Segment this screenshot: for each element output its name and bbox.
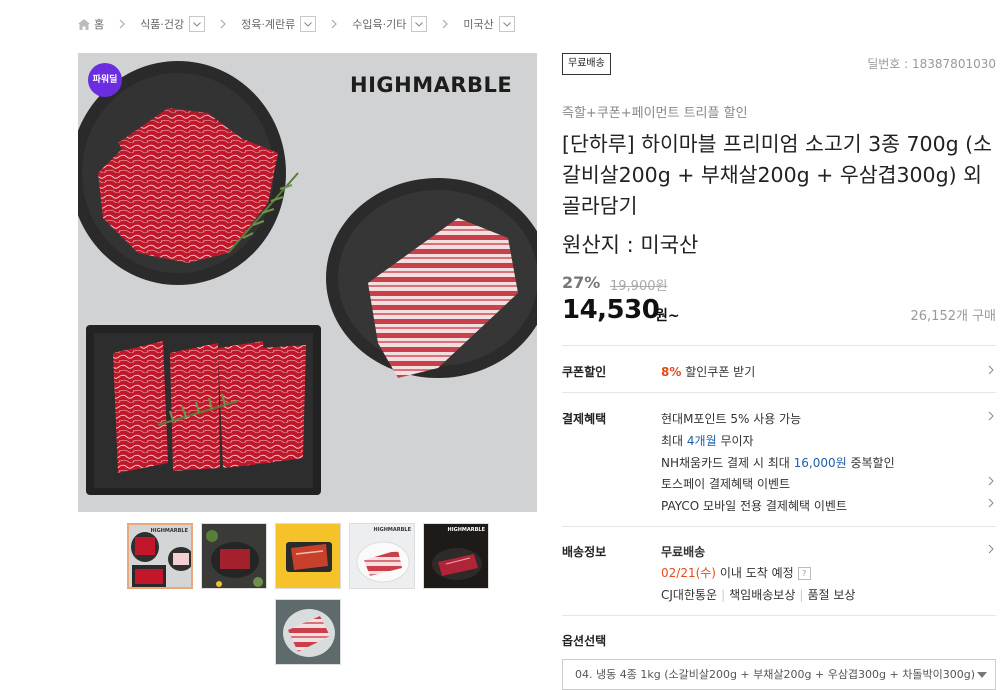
coupon-text: 할인쿠폰 받기 — [685, 365, 756, 379]
shipping-date-suffix: 이내 도착 예정 — [716, 566, 794, 580]
separator: | — [721, 588, 726, 602]
payment-label: 결제혜택 — [562, 412, 607, 426]
divider — [562, 615, 996, 616]
power-deal-badge: 파워딜 — [88, 63, 122, 97]
shipping-eta: 02/21(수) 이내 도착 예정? — [661, 564, 811, 581]
text-segment: 무이자 — [716, 434, 754, 448]
payment-benefit-installment: 최대 4개월 무이자 — [661, 432, 754, 449]
product-photo — [78, 53, 537, 512]
guarantee-delivery: 책임배송보상 — [729, 588, 796, 602]
breadcrumb: 홈 식품·건강 정육·계란류 수입육·기타 미국산 — [78, 14, 515, 34]
product-title: [단하루] 하이마블 프리미엄 소고기 3종 700g (소갈비살200g + … — [562, 132, 993, 218]
chevron-right-icon[interactable] — [988, 365, 994, 375]
thumbnail-2[interactable] — [201, 523, 267, 589]
shipping-date: 02/21(수) — [661, 566, 716, 580]
breadcrumb-item-us[interactable]: 미국산 — [463, 16, 515, 32]
chevron-right-icon[interactable] — [988, 544, 994, 554]
thumbnail-image — [350, 524, 414, 588]
option-selected-value: 04. 냉동 4종 1kg (소갈비살200g + 부채살200g + 우삼겹3… — [575, 668, 975, 681]
chevron-right-icon — [331, 19, 338, 29]
chevron-down-icon — [415, 21, 424, 27]
home-icon — [78, 18, 90, 30]
breadcrumb-label: 미국산 — [463, 18, 494, 31]
chevron-down-icon — [502, 21, 511, 27]
guarantee-soldout: 품절 보상 — [807, 588, 856, 602]
dropdown-arrow-icon — [977, 672, 987, 678]
deal-number: 딜번호 : 18387801030 — [867, 57, 996, 71]
text-segment: NH채움카드 결제 시 최대 — [661, 456, 794, 470]
original-price: 19,900원 — [610, 279, 668, 294]
breadcrumb-item-food[interactable]: 식품·건강 — [140, 16, 206, 32]
breadcrumb-item-home[interactable]: 홈 — [78, 16, 104, 32]
breadcrumb-label: 홈 — [94, 18, 105, 31]
coupon-percent: 8% — [661, 365, 682, 379]
shipping-label: 배송정보 — [562, 545, 607, 559]
discount-rate: 27% — [562, 273, 601, 292]
chevron-down-icon — [304, 21, 313, 27]
text-segment: 최대 — [661, 434, 687, 448]
breadcrumb-item-meat[interactable]: 정육·계란류 — [241, 16, 317, 32]
price-unit: 원~ — [655, 308, 680, 324]
breadcrumb-dropdown-button[interactable] — [189, 16, 206, 32]
divider — [562, 526, 996, 527]
chevron-down-icon — [193, 21, 201, 27]
text-segment: 중복할인 — [846, 456, 895, 470]
thumbnail-image — [276, 524, 340, 588]
breadcrumb-dropdown-button[interactable] — [411, 16, 428, 32]
thumbnail-image — [129, 525, 191, 587]
thumbnail-image — [202, 524, 266, 588]
sold-count: 26,152개 구매 — [910, 309, 997, 324]
payment-benefit-toss[interactable]: 토스페이 결제혜택 이벤트 — [661, 475, 790, 492]
chevron-right-icon[interactable] — [988, 498, 994, 508]
chevron-right-icon — [442, 19, 449, 29]
chevron-right-icon[interactable] — [988, 411, 994, 421]
divider — [562, 392, 996, 393]
shipping-free[interactable]: 무료배송 — [661, 543, 705, 560]
payment-benefit-payco[interactable]: PAYCO 모바일 전용 결제혜택 이벤트 — [661, 497, 847, 514]
thumbnail-3[interactable] — [275, 523, 341, 589]
thumbnail-brand-label: HIGHMARBLE — [447, 527, 485, 533]
highlight-text: 16,000원 — [793, 456, 847, 470]
product-main-image[interactable]: HIGHMARBLE 파워딜 — [78, 53, 537, 512]
separator: | — [799, 588, 804, 602]
sale-price: 14,530 — [562, 295, 660, 325]
coupon-label: 쿠폰할인 — [562, 365, 607, 379]
carrier-name: CJ대한통운 — [661, 588, 718, 602]
chevron-right-icon — [119, 19, 125, 29]
highlight-text: 4개월 — [686, 434, 717, 448]
brand-logo-text: HIGHMARBLE — [350, 73, 513, 97]
thumbnail-4[interactable]: HIGHMARBLE — [349, 523, 415, 589]
chevron-right-icon[interactable] — [988, 476, 994, 486]
chevron-right-icon — [220, 19, 226, 29]
product-origin: 원산지 : 미국산 — [562, 233, 699, 257]
breadcrumb-label: 수입육·기타 — [352, 18, 407, 31]
breadcrumb-label: 정육·계란류 — [241, 18, 296, 31]
thumbnail-brand-label: HIGHMARBLE — [150, 528, 188, 534]
option-select[interactable]: 04. 냉동 4종 1kg (소갈비살200g + 부채살200g + 우삼겹3… — [562, 659, 996, 690]
promo-text: 즉할+쿠폰+페이먼트 트리플 할인 — [562, 106, 748, 121]
breadcrumb-dropdown-button[interactable] — [498, 16, 515, 32]
thumbnail-5[interactable]: HIGHMARBLE — [423, 523, 489, 589]
help-icon[interactable]: ? — [797, 567, 811, 580]
breadcrumb-dropdown-button[interactable] — [300, 16, 317, 32]
free-shipping-badge: 무료배송 — [562, 53, 611, 75]
thumbnail-6[interactable] — [275, 599, 341, 665]
divider — [562, 345, 996, 346]
options-label: 옵션선택 — [562, 634, 607, 648]
payment-benefit-nh: NH채움카드 결제 시 최대 16,000원 중복할인 — [661, 454, 895, 471]
thumbnail-image — [276, 600, 340, 664]
coupon-download-link[interactable]: 8% 할인쿠폰 받기 — [661, 363, 755, 380]
breadcrumb-label: 식품·건강 — [140, 18, 185, 31]
payment-benefit-hyundai[interactable]: 현대M포인트 5% 사용 가능 — [661, 410, 801, 427]
breadcrumb-item-imported[interactable]: 수입육·기타 — [352, 16, 428, 32]
shipping-guarantees: CJ대한통운 | 책임배송보상 | 품절 보상 — [661, 586, 855, 603]
thumbnail-1[interactable]: HIGHMARBLE — [127, 523, 193, 589]
thumbnail-image — [424, 524, 488, 588]
thumbnail-brand-label: HIGHMARBLE — [373, 527, 411, 533]
